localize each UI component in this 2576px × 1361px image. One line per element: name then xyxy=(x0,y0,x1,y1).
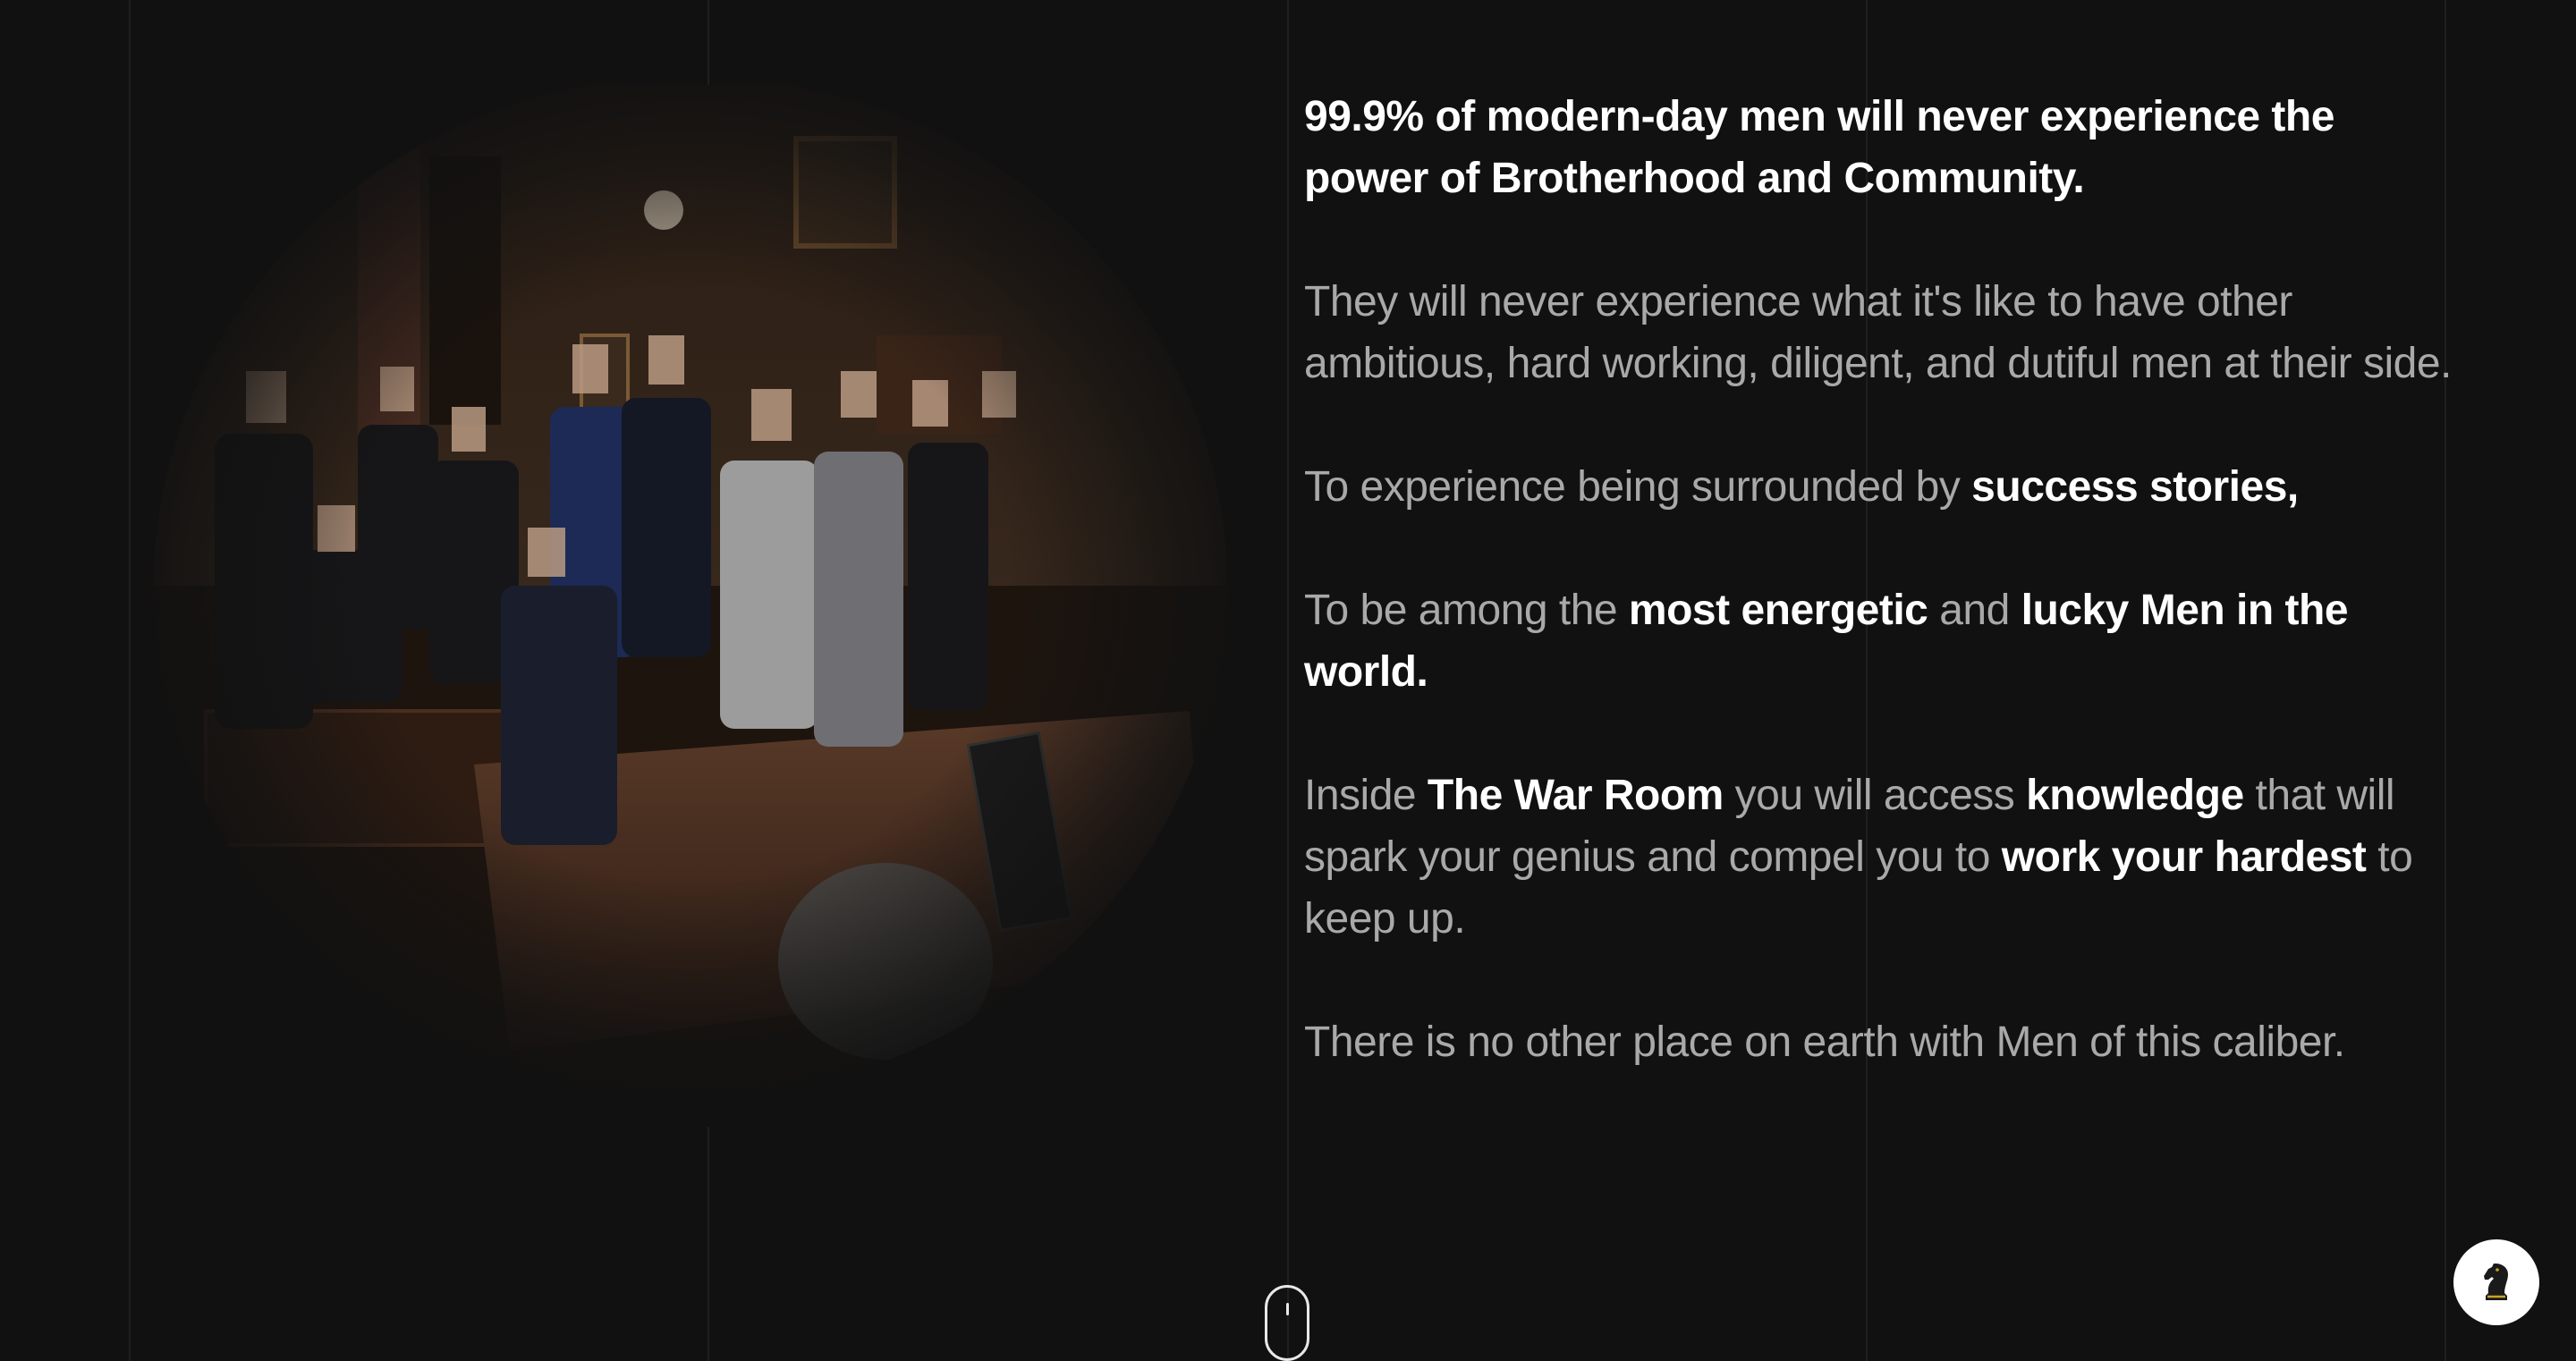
text-segment: Inside xyxy=(1304,772,1428,819)
text-segment: you will access xyxy=(1723,772,2027,819)
brotherhood-copy: 99.9% of modern-day men will never exper… xyxy=(1304,86,2458,1135)
paragraph-war-room: Inside The War Room you will access know… xyxy=(1304,765,2458,950)
bold-segment: The War Room xyxy=(1427,772,1724,819)
chat-button[interactable] xyxy=(2453,1239,2539,1325)
paragraph-energetic: To be among the most energetic and lucky… xyxy=(1304,579,2458,703)
text-segment: To be among the xyxy=(1304,587,1629,634)
bold-segment: knowledge xyxy=(2026,772,2244,819)
mouse-scroll-icon[interactable] xyxy=(1265,1285,1309,1361)
bold-segment: work your hardest xyxy=(2001,833,2367,881)
grid-line xyxy=(1287,0,1289,1361)
paragraph-success-stories: To experience being surrounded by succes… xyxy=(1304,456,2458,518)
paragraph-caliber: There is no other place on earth with Me… xyxy=(1304,1019,2345,1066)
paragraph-never-experience: They will never experience what it's lik… xyxy=(1304,278,2452,387)
text-segment: To experience being surrounded by xyxy=(1304,463,1972,511)
bold-segment: most energetic xyxy=(1628,587,1928,634)
page: 99.9% of modern-day men will never exper… xyxy=(0,0,2576,1361)
lead-heading: 99.9% of modern-day men will never exper… xyxy=(1304,93,2334,202)
text-segment: and xyxy=(1928,587,2021,634)
grid-line xyxy=(129,0,131,1361)
chess-knight-icon xyxy=(2484,1264,2508,1300)
mouse-wheel xyxy=(1286,1303,1289,1315)
bold-segment: success stories, xyxy=(1971,463,2299,511)
group-photo xyxy=(134,85,1248,1127)
